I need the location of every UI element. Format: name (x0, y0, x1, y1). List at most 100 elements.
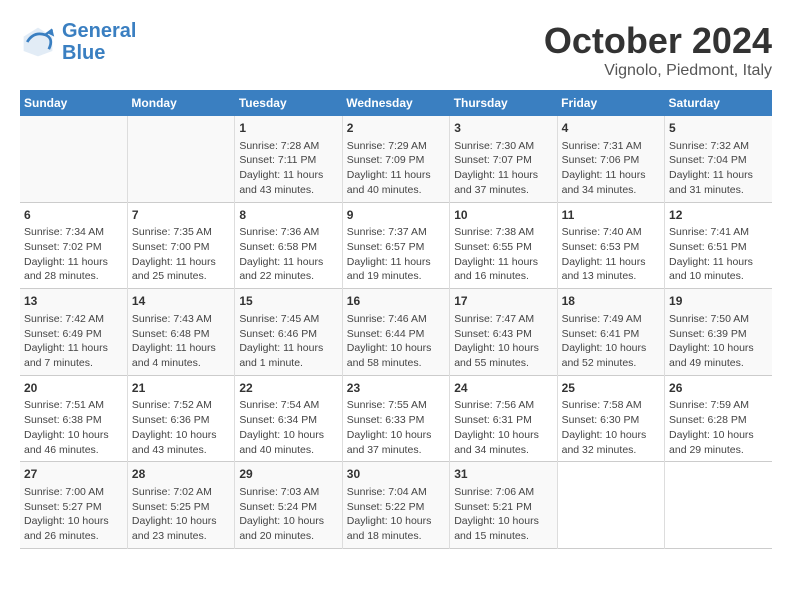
calendar-cell: 2 Sunrise: 7:29 AM Sunset: 7:09 PM Daylig… (342, 116, 449, 202)
day-number: 15 (239, 293, 337, 310)
day-info: Sunrise: 7:41 AM Sunset: 6:51 PM Dayligh… (669, 225, 768, 284)
day-number: 8 (239, 207, 337, 224)
day-number: 11 (562, 207, 660, 224)
header-row: SundayMondayTuesdayWednesdayThursdayFrid… (20, 90, 772, 116)
day-number: 6 (24, 207, 123, 224)
calendar-cell: 19 Sunrise: 7:50 AM Sunset: 6:39 PM Dayli… (665, 289, 772, 376)
month-title: October 2024 (544, 20, 772, 62)
header-day-monday: Monday (127, 90, 234, 116)
week-row-4: 20Sunrise: 7:51 AM Sunset: 6:38 PM Dayli… (20, 375, 772, 462)
calendar-cell: 11Sunrise: 7:40 AM Sunset: 6:53 PM Dayli… (557, 202, 664, 289)
day-info: Sunrise: 7:04 AM Sunset: 5:22 PM Dayligh… (347, 485, 445, 544)
calendar-cell: 28 Sunrise: 7:02 AM Sunset: 5:25 PM Dayli… (127, 462, 234, 549)
calendar-cell: 24Sunrise: 7:56 AM Sunset: 6:31 PM Dayli… (450, 375, 557, 462)
day-info: Sunrise: 7:02 AM Sunset: 5:25 PM Dayligh… (132, 485, 230, 544)
day-number: 29 (239, 466, 337, 483)
day-number: 24 (454, 380, 552, 397)
header: General Blue October 2024 Vignolo, Piedm… (20, 20, 772, 80)
calendar-cell: 30 Sunrise: 7:04 AM Sunset: 5:22 PM Dayli… (342, 462, 449, 549)
calendar-cell: 8Sunrise: 7:36 AM Sunset: 6:58 PM Daylig… (235, 202, 342, 289)
calendar-cell: 20Sunrise: 7:51 AM Sunset: 6:38 PM Dayli… (20, 375, 127, 462)
day-number: 5 (669, 120, 768, 137)
day-number: 30 (347, 466, 445, 483)
day-number: 10 (454, 207, 552, 224)
day-info: Sunrise: 7:58 AM Sunset: 6:30 PM Dayligh… (562, 398, 660, 457)
day-info: Sunrise: 7:00 AM Sunset: 5:27 PM Dayligh… (24, 485, 123, 544)
day-number: 21 (132, 380, 230, 397)
day-info: Sunrise: 7:56 AM Sunset: 6:31 PM Dayligh… (454, 398, 552, 457)
day-info: Sunrise: 7:46 AM Sunset: 6:44 PM Dayligh… (347, 312, 445, 371)
day-number: 2 (347, 120, 445, 137)
calendar-cell (20, 116, 127, 202)
week-row-5: 27 Sunrise: 7:00 AM Sunset: 5:27 PM Dayli… (20, 462, 772, 549)
location-title: Vignolo, Piedmont, Italy (544, 62, 772, 80)
calendar-cell (127, 116, 234, 202)
day-number: 27 (24, 466, 123, 483)
day-number: 1 (239, 120, 337, 137)
calendar-body: 1 Sunrise: 7:28 AM Sunset: 7:11 PM Daylig… (20, 116, 772, 548)
day-number: 25 (562, 380, 660, 397)
day-number: 4 (562, 120, 660, 137)
calendar-cell: 5 Sunrise: 7:32 AM Sunset: 7:04 PM Daylig… (665, 116, 772, 202)
day-info: Sunrise: 7:52 AM Sunset: 6:36 PM Dayligh… (132, 398, 230, 457)
day-number: 26 (669, 380, 768, 397)
day-info: Sunrise: 7:54 AM Sunset: 6:34 PM Dayligh… (239, 398, 337, 457)
calendar-cell: 12Sunrise: 7:41 AM Sunset: 6:51 PM Dayli… (665, 202, 772, 289)
calendar-cell: 15Sunrise: 7:45 AM Sunset: 6:46 PM Dayli… (235, 289, 342, 376)
calendar-header: SundayMondayTuesdayWednesdayThursdayFrid… (20, 90, 772, 116)
day-number: 31 (454, 466, 552, 483)
day-info: Sunrise: 7:29 AM Sunset: 7:09 PM Dayligh… (347, 139, 445, 198)
calendar-cell (665, 462, 772, 549)
calendar-cell: 6Sunrise: 7:34 AM Sunset: 7:02 PM Daylig… (20, 202, 127, 289)
week-row-3: 13 Sunrise: 7:42 AM Sunset: 6:49 PM Dayli… (20, 289, 772, 376)
header-day-saturday: Saturday (665, 90, 772, 116)
logo-text: General Blue (62, 20, 136, 64)
calendar-cell: 13 Sunrise: 7:42 AM Sunset: 6:49 PM Dayli… (20, 289, 127, 376)
day-info: Sunrise: 7:40 AM Sunset: 6:53 PM Dayligh… (562, 225, 660, 284)
title-area: October 2024 Vignolo, Piedmont, Italy (544, 20, 772, 80)
day-info: Sunrise: 7:50 AM Sunset: 6:39 PM Dayligh… (669, 312, 768, 371)
calendar-cell (557, 462, 664, 549)
day-number: 3 (454, 120, 552, 137)
day-info: Sunrise: 7:49 AM Sunset: 6:41 PM Dayligh… (562, 312, 660, 371)
day-info: Sunrise: 7:32 AM Sunset: 7:04 PM Dayligh… (669, 139, 768, 198)
calendar-cell: 16 Sunrise: 7:46 AM Sunset: 6:44 PM Dayli… (342, 289, 449, 376)
calendar-cell: 1 Sunrise: 7:28 AM Sunset: 7:11 PM Daylig… (235, 116, 342, 202)
day-info: Sunrise: 7:28 AM Sunset: 7:11 PM Dayligh… (239, 139, 337, 198)
day-number: 16 (347, 293, 445, 310)
calendar-cell: 31 Sunrise: 7:06 AM Sunset: 5:21 PM Dayli… (450, 462, 557, 549)
day-number: 18 (562, 293, 660, 310)
header-day-thursday: Thursday (450, 90, 557, 116)
calendar-cell: 25Sunrise: 7:58 AM Sunset: 6:30 PM Dayli… (557, 375, 664, 462)
calendar-cell: 4 Sunrise: 7:31 AM Sunset: 7:06 PM Daylig… (557, 116, 664, 202)
day-number: 19 (669, 293, 768, 310)
day-info: Sunrise: 7:34 AM Sunset: 7:02 PM Dayligh… (24, 225, 123, 284)
day-info: Sunrise: 7:03 AM Sunset: 5:24 PM Dayligh… (239, 485, 337, 544)
calendar-cell: 27 Sunrise: 7:00 AM Sunset: 5:27 PM Dayli… (20, 462, 127, 549)
day-number: 28 (132, 466, 230, 483)
header-day-friday: Friday (557, 90, 664, 116)
day-number: 22 (239, 380, 337, 397)
calendar-cell: 18 Sunrise: 7:49 AM Sunset: 6:41 PM Dayli… (557, 289, 664, 376)
day-number: 14 (132, 293, 230, 310)
calendar-cell: 22Sunrise: 7:54 AM Sunset: 6:34 PM Dayli… (235, 375, 342, 462)
header-day-sunday: Sunday (20, 90, 127, 116)
calendar-table: SundayMondayTuesdayWednesdayThursdayFrid… (20, 90, 772, 549)
week-row-1: 1 Sunrise: 7:28 AM Sunset: 7:11 PM Daylig… (20, 116, 772, 202)
day-info: Sunrise: 7:55 AM Sunset: 6:33 PM Dayligh… (347, 398, 445, 457)
day-info: Sunrise: 7:06 AM Sunset: 5:21 PM Dayligh… (454, 485, 552, 544)
day-info: Sunrise: 7:31 AM Sunset: 7:06 PM Dayligh… (562, 139, 660, 198)
day-info: Sunrise: 7:37 AM Sunset: 6:57 PM Dayligh… (347, 225, 445, 284)
day-number: 13 (24, 293, 123, 310)
calendar-cell: 9Sunrise: 7:37 AM Sunset: 6:57 PM Daylig… (342, 202, 449, 289)
logo: General Blue (20, 20, 136, 64)
day-number: 12 (669, 207, 768, 224)
day-number: 7 (132, 207, 230, 224)
day-info: Sunrise: 7:42 AM Sunset: 6:49 PM Dayligh… (24, 312, 123, 371)
header-day-tuesday: Tuesday (235, 90, 342, 116)
day-number: 20 (24, 380, 123, 397)
calendar-cell: 29 Sunrise: 7:03 AM Sunset: 5:24 PM Dayli… (235, 462, 342, 549)
day-info: Sunrise: 7:43 AM Sunset: 6:48 PM Dayligh… (132, 312, 230, 371)
calendar-cell: 3Sunrise: 7:30 AM Sunset: 7:07 PM Daylig… (450, 116, 557, 202)
calendar-cell: 26Sunrise: 7:59 AM Sunset: 6:28 PM Dayli… (665, 375, 772, 462)
